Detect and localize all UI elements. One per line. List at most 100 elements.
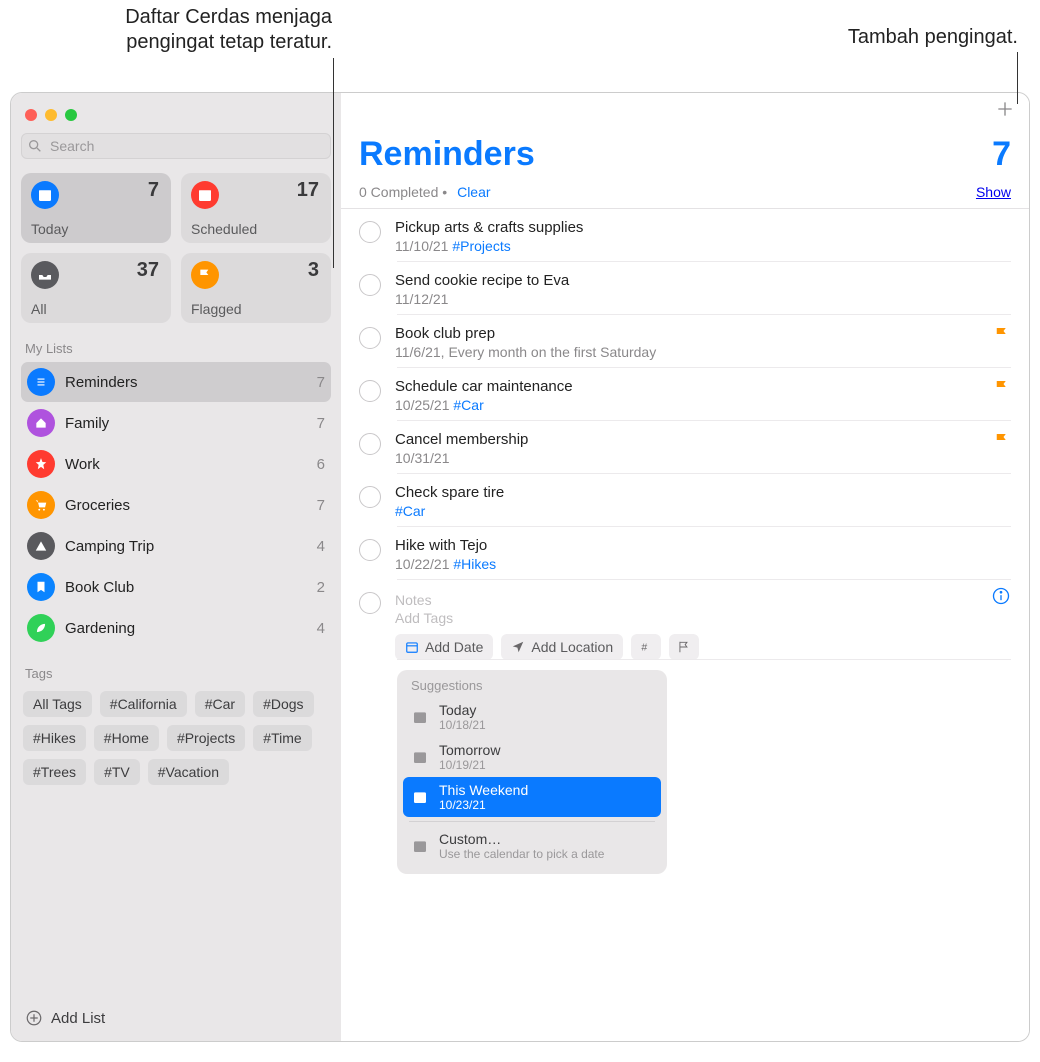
suggestion-row[interactable]: This Weekend10/23/21 [403,777,661,817]
reminder-items: Pickup arts & crafts supplies11/10/21 #P… [341,209,1029,580]
reminder-row[interactable]: Pickup arts & crafts supplies11/10/21 #P… [341,209,1029,262]
completion-radio[interactable] [359,433,381,455]
tag-chip[interactable]: #Car [195,691,245,717]
suggestion-custom[interactable]: Custom… Use the calendar to pick a date [403,826,661,866]
smart-list-all[interactable]: 37All [21,253,171,323]
date-suggestions-popover: Suggestions Today10/18/21Tomorrow10/19/2… [397,670,667,874]
list-row-camping-trip[interactable]: Camping Trip4 [21,526,331,566]
add-reminder-button[interactable] [995,99,1015,124]
completion-radio[interactable] [359,274,381,296]
list-row-family[interactable]: Family7 [21,403,331,443]
show-completed-link[interactable]: Show [976,184,1011,200]
reminder-tag[interactable]: #Projects [452,238,510,254]
list-icon [27,368,55,396]
completion-radio[interactable] [359,380,381,402]
suggestion-row[interactable]: Today10/18/21 [403,697,661,737]
tag-chip[interactable]: #Vacation [148,759,229,785]
list-row-work[interactable]: Work6 [21,444,331,484]
completion-radio[interactable] [359,592,381,614]
tag-chip[interactable]: #California [100,691,187,717]
calendar-icon [411,837,429,855]
completion-radio[interactable] [359,486,381,508]
add-location-button[interactable]: Add Location [501,634,623,660]
tag-chip[interactable]: #Projects [167,725,245,751]
tag-chip[interactable]: #Time [253,725,311,751]
clear-completed-link[interactable]: Clear [457,184,490,200]
callout-smart-lists: Daftar Cerdas menjaga pengingat tetap te… [32,5,332,55]
reminder-meta: 11/10/21 #Projects [395,238,1011,254]
zoom-button[interactable] [65,109,77,121]
info-button[interactable] [991,586,1011,611]
tent-icon [27,532,55,560]
window-controls [21,105,331,133]
completion-radio[interactable] [359,539,381,561]
smart-list-scheduled[interactable]: 17Scheduled [181,173,331,243]
flag-icon [993,431,1011,454]
minimize-button[interactable] [45,109,57,121]
reminder-row[interactable]: Cancel membership10/31/21 [341,421,1029,474]
calendar-icon [411,708,429,726]
calendar-icon [411,748,429,766]
reminder-tag[interactable]: #Hikes [453,556,496,572]
tray-icon [31,261,59,289]
reminder-row[interactable]: Check spare tire#Car [341,474,1029,527]
add-list-button[interactable]: Add List [21,1003,331,1033]
tag-chip[interactable]: All Tags [23,691,92,717]
list-row-book-club[interactable]: Book Club2 [21,567,331,607]
cart-icon [27,491,55,519]
completion-radio[interactable] [359,327,381,349]
completion-radio[interactable] [359,221,381,243]
reminder-row[interactable]: Book club prep11/6/21, Every month on th… [341,315,1029,368]
reminder-row[interactable]: Schedule car maintenance 10/25/21 #Car [341,368,1029,421]
my-lists-header: My Lists [25,341,327,356]
callout-add-reminder: Tambah pengingat. [848,25,1018,50]
leaf-icon [27,614,55,642]
reminders-window: 7Today17Scheduled37All3Flagged My Lists … [10,92,1030,1042]
close-button[interactable] [25,109,37,121]
reminder-title: Schedule car maintenance [395,378,1011,395]
reminder-meta: 10/25/21 #Car [395,397,1011,413]
search-input[interactable] [21,133,331,159]
home-icon [27,409,55,437]
hash-icon: # [639,640,653,654]
sidebar: 7Today17Scheduled37All3Flagged My Lists … [11,93,341,1041]
calendar-icon [31,181,59,209]
flag-icon [993,378,1011,401]
calendar-icon [411,788,429,806]
add-tag-button[interactable]: # [631,634,661,660]
calendar-icon [191,181,219,209]
smart-list-flagged[interactable]: 3Flagged [181,253,331,323]
callout-line [333,58,334,268]
reminder-tag[interactable]: #Car [395,503,425,519]
reminder-title: Send cookie recipe to Eva [395,272,1011,289]
suggestion-row[interactable]: Tomorrow10/19/21 [403,737,661,777]
reminder-tag[interactable]: #Car [453,397,483,413]
suggestions-header: Suggestions [403,678,661,697]
reminder-title: Cancel membership [395,431,1011,448]
tags: All Tags #California #Car #Dogs #Hikes #Home #… [21,691,331,785]
new-reminder-row[interactable]: Notes Add Tags Add Date Add Location # [341,580,1029,660]
add-flag-button[interactable] [669,634,699,660]
tag-chip[interactable]: #TV [94,759,140,785]
list-row-gardening[interactable]: Gardening4 [21,608,331,648]
reminder-meta: 10/22/21 #Hikes [395,556,1011,572]
flag-icon [191,261,219,289]
search-icon [27,138,43,154]
list-row-reminders[interactable]: Reminders7 [21,362,331,402]
add-tags-placeholder[interactable]: Add Tags [395,610,1011,626]
location-icon [511,640,525,654]
reminder-title: Hike with Tejo [395,537,1011,554]
tag-chip[interactable]: #Trees [23,759,86,785]
notes-placeholder[interactable]: Notes [395,592,1011,608]
search-field[interactable] [21,133,331,159]
completed-count: 0 Completed [359,184,438,200]
main-panel: Reminders 7 0 Completed • Clear Show Pic… [341,93,1029,1041]
tag-chip[interactable]: #Home [94,725,159,751]
list-row-groceries[interactable]: Groceries7 [21,485,331,525]
tag-chip[interactable]: #Dogs [253,691,313,717]
tag-chip[interactable]: #Hikes [23,725,86,751]
reminder-row[interactable]: Send cookie recipe to Eva11/12/21 [341,262,1029,315]
reminder-row[interactable]: Hike with Tejo 10/22/21 #Hikes [341,527,1029,580]
add-date-button[interactable]: Add Date [395,634,493,660]
smart-list-today[interactable]: 7Today [21,173,171,243]
